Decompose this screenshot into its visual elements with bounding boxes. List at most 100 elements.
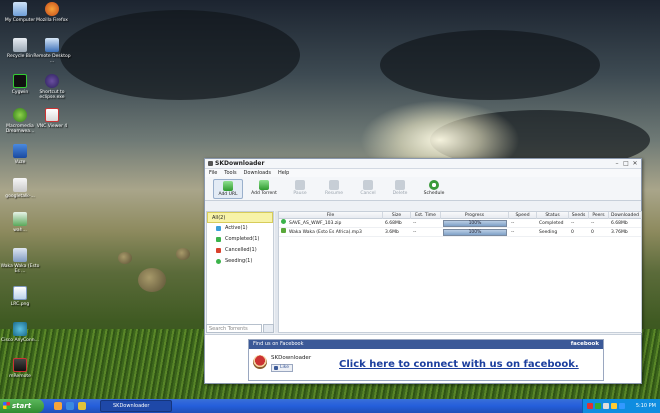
title-bar[interactable]: SKDownloader – □ ✕ <box>205 159 641 169</box>
sidebar-item-completed[interactable]: Completed(1) <box>207 234 273 245</box>
desktop-icon-cisco[interactable]: Cisco AnyConn... <box>0 322 40 343</box>
dreamweaver-icon <box>13 108 27 122</box>
file-icon <box>13 178 27 192</box>
desktop-icon-file[interactable]: wah... <box>0 212 40 233</box>
facebook-like-box: Find us on Facebook facebook SKDownloade… <box>248 339 604 381</box>
window-title: SKDownloader <box>215 160 265 167</box>
table-row[interactable]: SAVE_AS_WWF_103.zip 6.68Mb -- 100% -- Co… <box>279 219 641 228</box>
progress-bar: 100% <box>443 220 507 227</box>
desktop-icon-vuze[interactable]: Vuze <box>0 144 40 165</box>
sidebar-item-label: Completed(1) <box>225 236 260 242</box>
seeding-icon <box>281 228 286 233</box>
schedule-button[interactable]: Schedule <box>419 179 449 199</box>
resume-icon <box>329 180 339 190</box>
desktop-icon-eclipse[interactable]: Shortcut to eclipse.exe <box>32 74 72 100</box>
image-file-icon <box>13 286 27 300</box>
quicklaunch-folder-icon[interactable] <box>78 402 86 410</box>
column-header-progress[interactable]: Progress <box>441 212 509 219</box>
delete-icon <box>395 180 405 190</box>
seeding-icon <box>216 259 221 264</box>
column-header-size[interactable]: Size <box>383 212 411 219</box>
progress-label: 100% <box>468 221 482 226</box>
progress-bar: 100% <box>443 229 507 236</box>
maximize-button[interactable]: □ <box>622 160 630 167</box>
column-header-downloaded[interactable]: Downloaded <box>609 212 642 219</box>
add-torrent-button[interactable]: Add Torrent <box>249 179 279 199</box>
schedule-icon <box>429 180 439 190</box>
column-header-file[interactable]: File <box>279 212 383 219</box>
cancel-icon <box>363 180 373 190</box>
menu-tools[interactable]: Tools <box>224 169 236 177</box>
cygwin-icon <box>13 74 27 88</box>
sidebar-item-active[interactable]: Active(1) <box>207 223 273 234</box>
sidebar-item-label: Cancelled(1) <box>225 247 257 253</box>
app-icon <box>208 161 213 166</box>
completed-icon <box>281 219 286 224</box>
clock[interactable]: 5:10 PM <box>636 399 656 413</box>
minimize-button[interactable]: – <box>613 160 621 167</box>
sidebar-item-all[interactable]: All(2) <box>207 212 273 223</box>
cancel-icon <box>216 248 221 253</box>
cell-est-time: -- <box>413 230 417 235</box>
facebook-connect-link[interactable]: Click here to connect with us on faceboo… <box>339 359 579 370</box>
cell-file: SAVE_AS_WWF_103.zip <box>289 221 342 226</box>
facebook-page-name[interactable]: SKDownloader <box>271 355 311 361</box>
pause-button[interactable]: Pause <box>285 179 315 199</box>
taskbar-button-skdownloader[interactable]: SKDownloader <box>100 400 172 412</box>
windows-logo-icon <box>3 402 10 409</box>
start-button[interactable]: start <box>0 399 44 413</box>
mremote-icon <box>13 358 27 372</box>
add-url-button[interactable]: Add URL <box>213 179 243 199</box>
resume-button[interactable]: Resume <box>319 179 349 199</box>
cancel-button[interactable]: Cancel <box>353 179 383 199</box>
wallpaper-cloud <box>380 30 600 100</box>
cell-file: Waka Waka (Esto Es Africa).mp3 <box>289 230 362 235</box>
sidebar-item-cancelled[interactable]: Cancelled(1) <box>207 245 273 256</box>
search-torrents-input[interactable]: Search Torrents <box>206 324 262 333</box>
sidebar-item-seeding[interactable]: Seeding(1) <box>207 256 273 267</box>
tray-icon[interactable] <box>595 403 601 409</box>
facebook-like-button[interactable]: Like <box>271 364 293 372</box>
desktop-icon-waka-waka[interactable]: Waka Waka (Esto Es ... <box>0 248 40 274</box>
sidebar-item-label: Active(1) <box>225 225 248 231</box>
tray-icon[interactable] <box>603 403 609 409</box>
desktop-icon-vnc-viewer[interactable]: VNC Viewer 4 <box>32 108 72 129</box>
menu-downloads[interactable]: Downloads <box>244 169 271 177</box>
desktop-icon-googletalk[interactable]: googletalk-... <box>0 178 40 199</box>
quicklaunch-ie-icon[interactable] <box>66 402 74 410</box>
desktop-icon-lrc[interactable]: LRC.png <box>0 286 40 307</box>
table-row[interactable]: Waka Waka (Esto Es Africa).mp3 3.6Mb -- … <box>279 228 641 237</box>
column-header-peers[interactable]: Peers <box>589 212 609 219</box>
sidebar-item-label: Seeding(1) <box>225 258 253 264</box>
vuze-icon <box>13 144 27 158</box>
column-header-speed[interactable]: Speed <box>509 212 537 219</box>
add-torrent-icon <box>259 180 269 190</box>
tray-icon[interactable] <box>587 403 593 409</box>
desktop-icon-mremote[interactable]: mRemote <box>0 358 40 379</box>
desktop-icon-firefox[interactable]: Mozilla Firefox <box>32 2 72 23</box>
menu-file[interactable]: File <box>209 169 217 177</box>
delete-button[interactable]: Delete <box>385 179 415 199</box>
menu-help[interactable]: Help <box>278 169 289 177</box>
file-icon <box>13 212 27 226</box>
close-button[interactable]: ✕ <box>631 160 639 167</box>
system-tray: 5:10 PM <box>582 399 660 413</box>
search-button[interactable] <box>263 324 274 333</box>
desktop-icon-remote-desktop[interactable]: Remote Desktop ... <box>32 38 72 64</box>
computer-icon <box>13 2 27 16</box>
table-header: File Size Est. Time Progress Speed Statu… <box>279 212 642 219</box>
tray-icon[interactable] <box>611 403 617 409</box>
skdownloader-window: SKDownloader – □ ✕ File Tools Downloads … <box>204 158 642 384</box>
column-header-est-time[interactable]: Est. Time <box>411 212 441 219</box>
quicklaunch-firefox-icon[interactable] <box>54 402 62 410</box>
hay-bale <box>176 248 190 260</box>
cell-downloaded: 6.68Mb <box>611 221 628 226</box>
cell-status: Completed <box>539 221 564 226</box>
active-icon <box>216 226 221 231</box>
column-header-seeds[interactable]: Seeds <box>569 212 589 219</box>
remote-desktop-icon <box>45 38 59 52</box>
tray-icon[interactable] <box>619 403 625 409</box>
like-label: Like <box>280 365 289 370</box>
avatar <box>253 355 267 369</box>
column-header-status[interactable]: Status <box>537 212 569 219</box>
